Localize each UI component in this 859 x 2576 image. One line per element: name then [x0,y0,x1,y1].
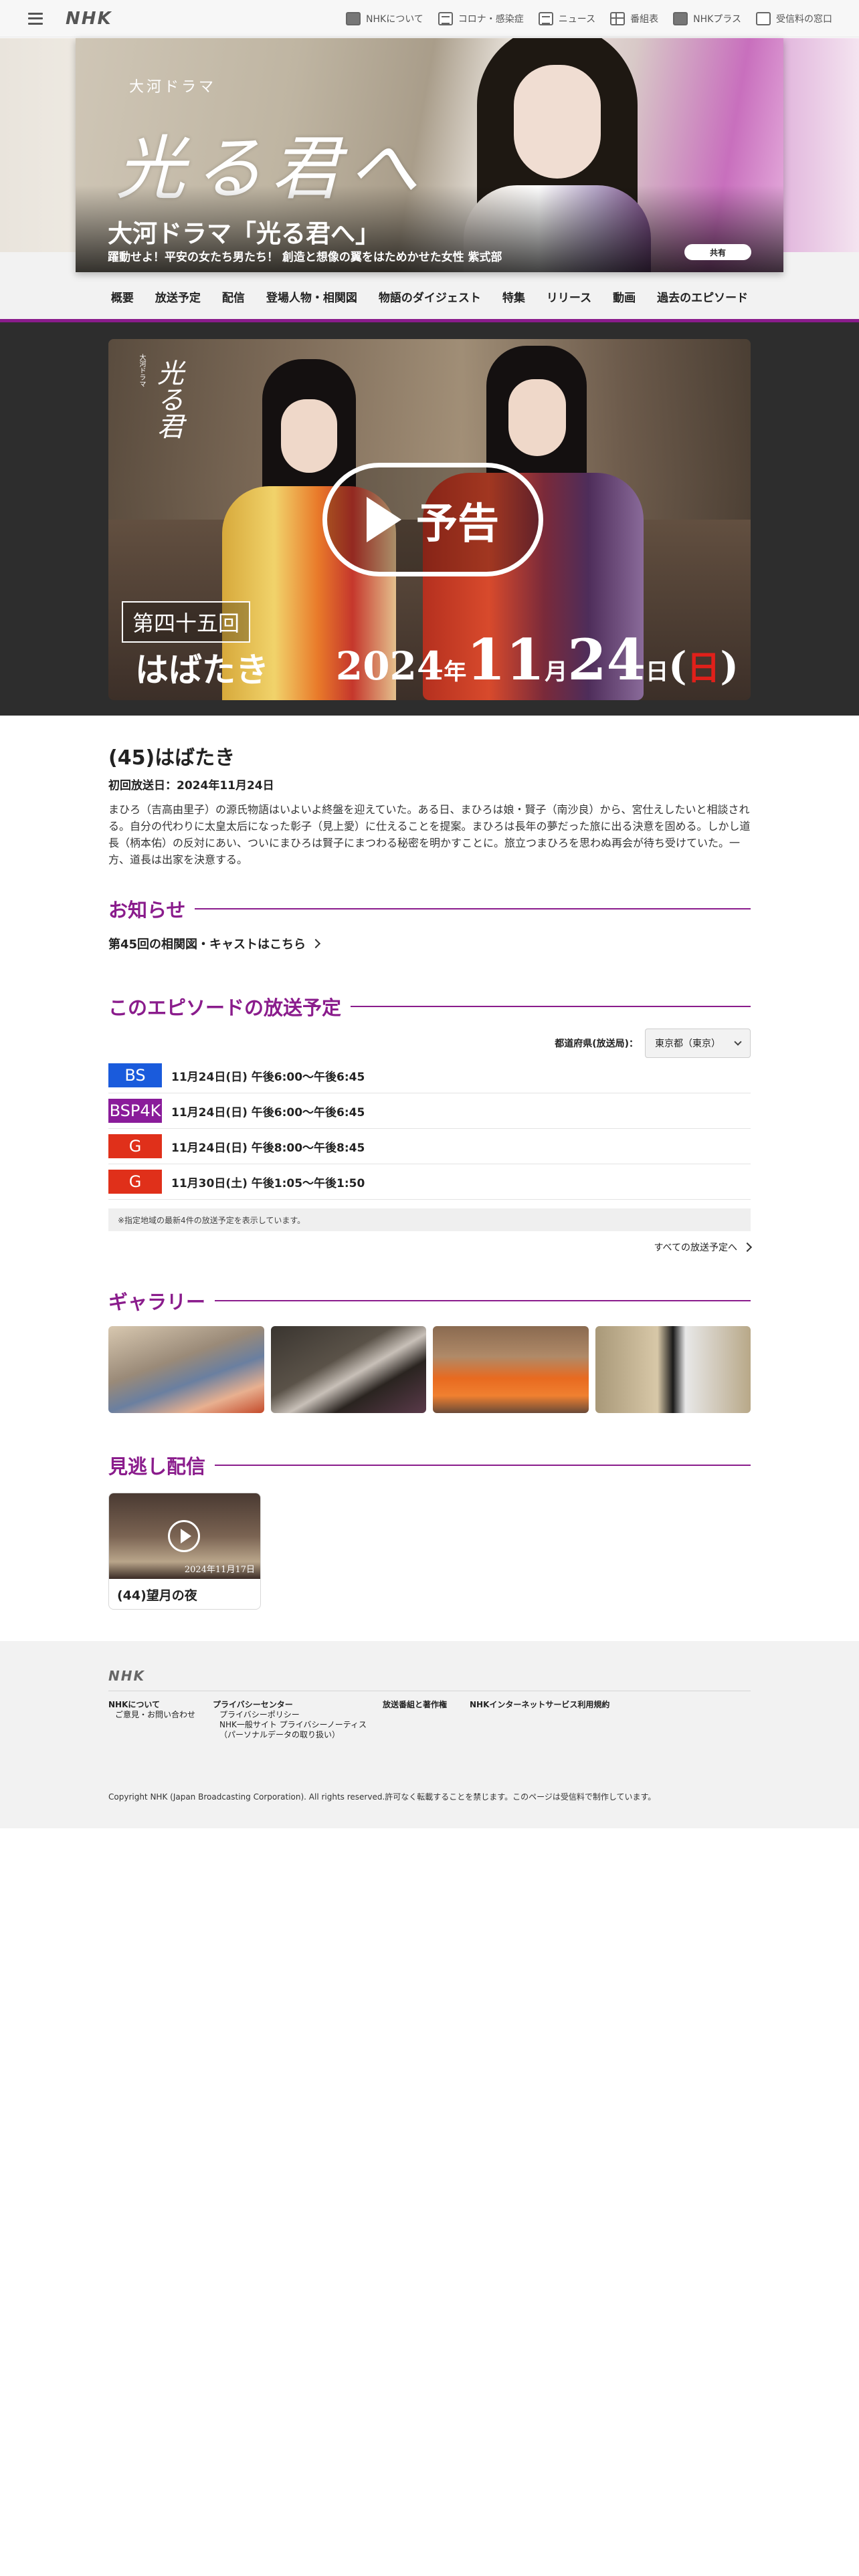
footer-privacy-notice-sub: （パーソナルデータの取り扱い） [219,1730,341,1739]
schedule-row: G 11月30日(土) 午後1:05〜午後1:50 [108,1164,751,1200]
notice-heading: お知らせ [108,899,186,922]
hero-calligraphy-subtitle: 大河ドラマ [129,79,217,96]
nhk-icon [346,11,361,25]
episode-number-label: 第四十五回 [122,601,251,643]
trailer-play-button[interactable]: 予告 [322,463,543,576]
program-nav: 概要 放送予定 配信 登場人物・相関図 物語のダイジェスト 特集 リリース 動画… [0,276,859,317]
footer-link-copyright[interactable]: 放送番組と著作権 [383,1700,447,1710]
top-bar: NHK NHKについて コロナ・感染症 ニュース 番組表 NHKプラス 受信料の… [0,0,859,37]
prefecture-label: 都道府県(放送局)： [555,1039,638,1049]
schedule-note: ※指定地域の最新4件の放送予定を表示しています。 [108,1208,751,1231]
schedule-row: G 11月24日(日) 午後8:00〜午後8:45 [108,1129,751,1164]
trailer-video[interactable]: 大河ドラマ 光る君 予告 第四十五回 はばたき 2024年11月24日(日) [108,339,751,700]
gallery-image[interactable] [108,1326,264,1413]
first-air-date: 初回放送日：2024年11月24日 [108,779,274,792]
menu-icon[interactable] [28,12,43,25]
footer-col-copyright: 放送番組と著作権 [383,1700,447,1710]
all-schedule-link[interactable]: すべての放送予定へ [108,1241,753,1254]
episode-synopsis: まひろ（吉高由里子）の源氏物語はいよいよ終盤を迎えていた。ある日、まひろは娘・賢… [108,803,751,866]
video-calligraphy-logo: 光る君 [153,359,183,439]
grid-icon [610,11,626,25]
missed-section-header: 見逃し配信 [108,1451,751,1479]
schedule-section-header: このエピソードの放送予定 [108,992,751,1021]
nav-characters[interactable]: 登場人物・相関図 [256,288,368,305]
play-icon [366,497,401,542]
nhk-logo[interactable]: NHK [66,9,112,29]
missed-episode-title: (44)望月の夜 [117,1588,197,1603]
nav-past-episodes[interactable]: 過去のエピソード [646,288,759,305]
news-icon [538,11,553,25]
copyright-text: Copyright NHK (Japan Broadcasting Corpor… [108,1792,656,1802]
monitor-icon [756,11,771,25]
notice-section-header: お知らせ [108,895,751,923]
channel-badge-bs: BS [108,1063,162,1087]
footer-link-privacy-center[interactable]: プライバシーセンター [213,1700,367,1710]
footer-link-terms[interactable]: NHKインターネットサービス利用規約 [470,1700,609,1710]
gallery-grid [108,1326,751,1413]
episode-title-overlay: はばたき [135,650,269,689]
top-link-program-table[interactable]: 番組表 [610,11,658,25]
hero-subtitle: 躍動せよ！平安の女たち男たち！ 創造と想像の翼をはためかせた女性 紫式部 [108,251,502,264]
share-button[interactable]: 共有 [684,244,751,260]
gallery-image[interactable] [270,1326,426,1413]
nav-videos[interactable]: 動画 [602,288,646,305]
broadcast-date-overlay: 2024年11月24日(日) [335,627,739,693]
footer-col-terms: NHKインターネットサービス利用規約 [470,1700,609,1710]
cast-chart-link[interactable]: 第45回の相関図・キャストはこちら [108,935,751,952]
missed-episode-card[interactable]: 2024年11月17日 (44)望月の夜 [108,1493,261,1610]
footer: NHK NHKについて ご意見・お問い合わせ プライバシーセンター プライバシー… [0,1641,859,1828]
channel-badge-g: G [108,1170,162,1194]
top-link-news[interactable]: ニュース [538,11,595,25]
missed-episode-thumbnail: 2024年11月17日 [109,1493,260,1579]
footer-link-privacy-notice[interactable]: NHK一般サイト プライバシーノーティス [213,1720,367,1730]
video-calligraphy-subtitle: 大河ドラマ [138,354,145,387]
channel-badge-g: G [108,1134,162,1158]
top-link-nhk-plus[interactable]: NHKプラス [673,11,741,25]
nav-releases[interactable]: リリース [536,288,602,305]
nav-digest[interactable]: 物語のダイジェスト [368,288,492,305]
hero-banner: 大河ドラマ 光る君へ 大河ドラマ「光る君へ」 躍動せよ！平安の女たち男たち！ 創… [76,38,783,272]
gallery-image[interactable] [433,1326,589,1413]
play-icon [168,1520,200,1552]
gallery-heading: ギャラリー [108,1291,206,1313]
chevron-right-icon [742,1242,753,1253]
hero-title: 大河ドラマ「光る君へ」 [108,219,380,248]
missed-heading: 見逃し配信 [108,1455,206,1478]
gallery-image[interactable] [595,1326,751,1413]
footer-nhk-logo[interactable]: NHK [108,1668,145,1684]
top-link-fee[interactable]: 受信料の窓口 [756,11,832,25]
nav-streaming[interactable]: 配信 [211,288,256,305]
tv-icon [673,11,688,25]
footer-col-privacy: プライバシーセンター プライバシーポリシー NHK一般サイト プライバシーノーテ… [213,1700,367,1740]
top-link-about[interactable]: NHKについて [346,11,423,25]
gallery-section-header: ギャラリー [108,1287,751,1315]
nav-overview[interactable]: 概要 [100,288,145,305]
top-links: NHKについて コロナ・感染症 ニュース 番組表 NHKプラス 受信料の窓口 [346,11,832,25]
schedule-row: BSP4K 11月24日(日) 午後6:00〜午後6:45 [108,1093,751,1129]
top-link-corona[interactable]: コロナ・感染症 [438,11,524,25]
footer-link-about[interactable]: NHKについて [108,1700,195,1710]
chevron-down-icon [734,1038,742,1046]
prefecture-select[interactable]: 東京都（東京） [645,1029,751,1058]
nav-features[interactable]: 特集 [492,288,536,305]
footer-link-privacy-policy[interactable]: プライバシーポリシー [213,1710,367,1720]
channel-badge-bsp4k: BSP4K [108,1099,162,1123]
nav-schedule[interactable]: 放送予定 [145,288,211,305]
episode-heading: (45)はばたき [108,746,235,770]
prefecture-row: 都道府県(放送局)： 東京都（東京） [108,1029,751,1058]
document-icon [438,11,453,25]
schedule-row: BS 11月24日(日) 午後6:00〜午後6:45 [108,1058,751,1093]
chevron-right-icon [310,938,321,949]
schedule-heading: このエピソードの放送予定 [108,996,342,1019]
schedule-list: BS 11月24日(日) 午後6:00〜午後6:45 BSP4K 11月24日(… [108,1058,751,1200]
footer-link-contact[interactable]: ご意見・お問い合わせ [108,1710,195,1720]
footer-col-about: NHKについて ご意見・お問い合わせ [108,1700,195,1720]
